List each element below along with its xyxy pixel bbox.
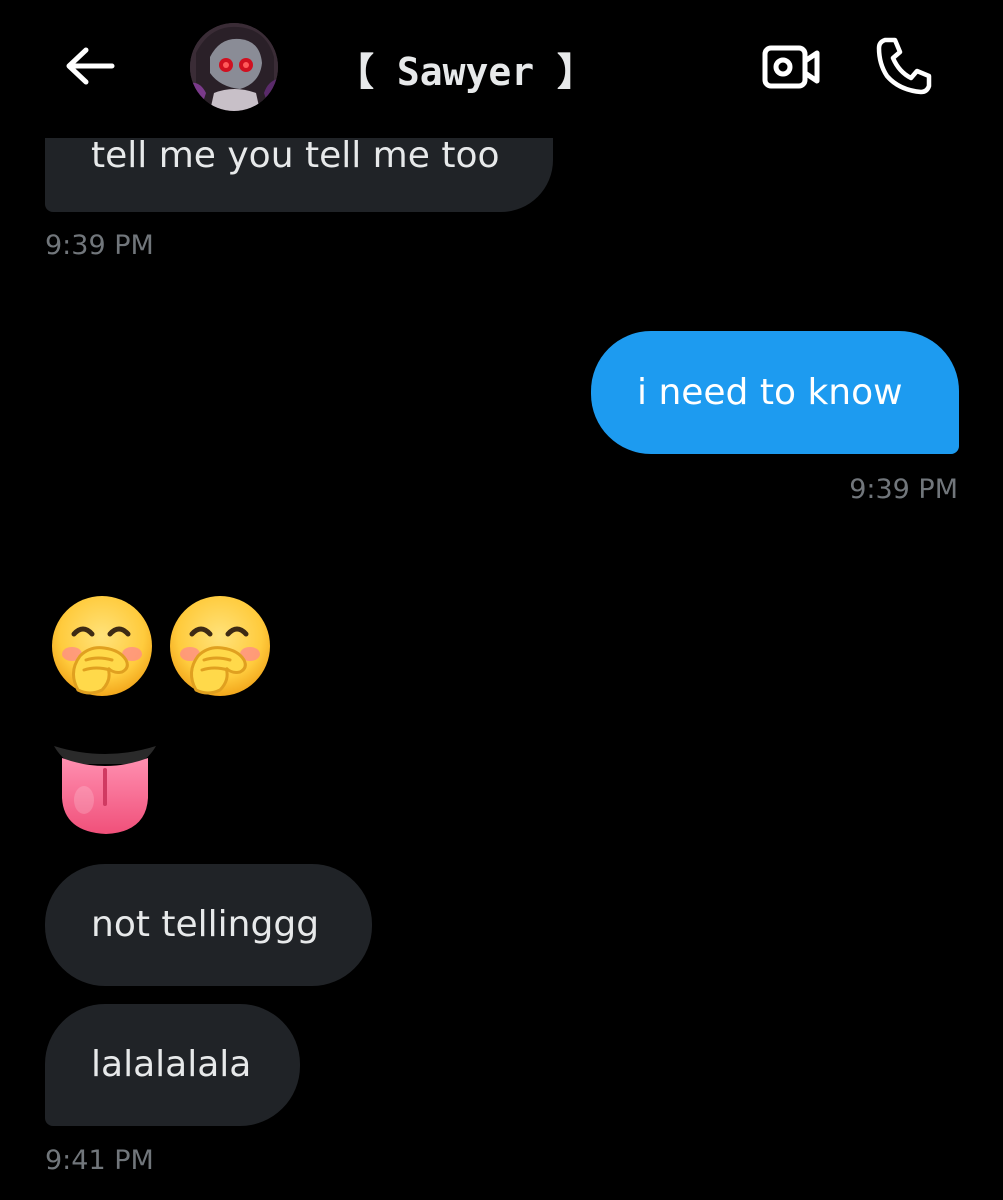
message-timestamp: 9:39 PM [849, 474, 958, 505]
message-timestamp: 9:41 PM [45, 1145, 154, 1176]
emoji-message[interactable] [50, 740, 160, 844]
phone-icon [876, 37, 932, 95]
incoming-message[interactable]: lalalalala [45, 1004, 300, 1126]
message-text: not tellinggg [91, 904, 320, 945]
avatar[interactable] [190, 23, 278, 111]
chat-screen: 【 Sawyer 】 tell me you tell me too 9:39 … [0, 0, 1003, 1200]
outgoing-message[interactable]: i need to know [591, 331, 959, 454]
arrow-left-icon [66, 47, 115, 85]
message-text: tell me you tell me too [91, 135, 500, 176]
message-text: i need to know [637, 371, 903, 413]
back-button[interactable] [56, 32, 124, 100]
message-text: lalalalala [91, 1044, 252, 1085]
avatar-image [190, 23, 278, 111]
message-timestamp: 9:39 PM [45, 230, 154, 261]
face-with-hand-over-mouth-icon [170, 596, 270, 696]
contact-name[interactable]: 【 Sawyer 】 [336, 42, 595, 94]
emoji-message[interactable] [50, 594, 272, 698]
tongue-icon [54, 746, 156, 834]
video-call-button[interactable] [758, 34, 824, 100]
video-camera-icon [762, 45, 820, 89]
face-with-hand-over-mouth-icon [52, 596, 152, 696]
voice-call-button[interactable] [868, 30, 940, 102]
incoming-message[interactable]: not tellinggg [45, 864, 372, 986]
chat-header: 【 Sawyer 】 [0, 0, 1003, 138]
